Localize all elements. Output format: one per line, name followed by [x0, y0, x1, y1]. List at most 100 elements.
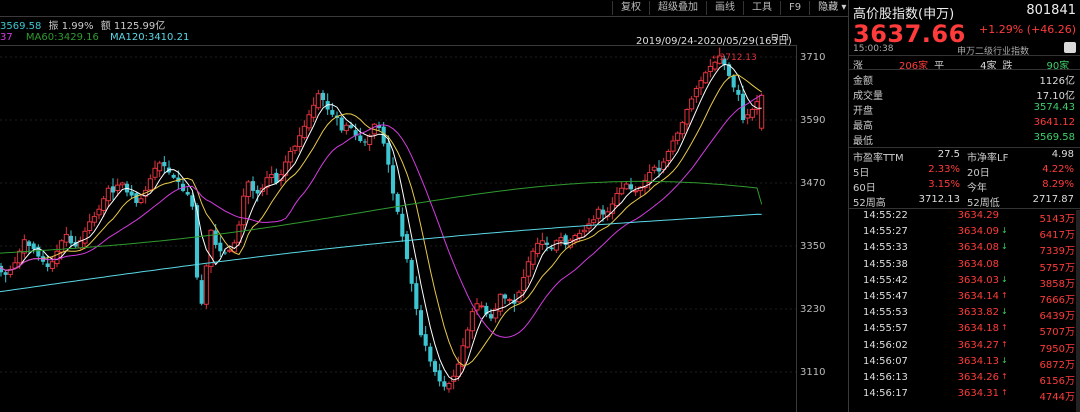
candle — [54, 244, 60, 268]
range-tools-icon[interactable]: ⊟ ⊡ — [771, 33, 789, 43]
candle — [479, 301, 485, 309]
tick-arrow-icon: ↑ — [1001, 291, 1008, 300]
candle — [465, 327, 471, 349]
flag-icon[interactable] — [1064, 42, 1076, 53]
tick-arrow-icon: ↑ — [1001, 339, 1008, 349]
divider — [849, 147, 1080, 148]
candle — [395, 192, 400, 215]
stat-value: 3641.12 — [1033, 117, 1075, 128]
ma120-line — [0, 213, 762, 293]
tick-price: 3634.31 — [957, 388, 999, 400]
toolbar-f9-button[interactable]: F9 — [780, 1, 809, 15]
candle — [595, 206, 601, 224]
stat-value: 3574.43 — [1033, 102, 1075, 113]
candle — [241, 188, 247, 230]
quote-panel: 高价股指数(申万) 801841 3637.66 +1.29% (+46.26)… — [848, 0, 1080, 412]
y-tick-label: 3710 — [800, 52, 826, 63]
candle — [530, 247, 536, 270]
y-tick-label: 3230 — [800, 304, 826, 315]
date-range[interactable]: 2019/09/24-2020/05/29(163日) — [636, 32, 792, 47]
tick-time: 14:56:13 — [863, 372, 908, 383]
price-change: +1.29% (+46.26) — [979, 23, 1076, 36]
ma120-legend: MA120:3410.21 — [110, 32, 190, 43]
candle — [469, 308, 475, 340]
stat-label: 最低 — [853, 136, 873, 147]
candle — [0, 263, 4, 277]
divider — [849, 208, 1080, 209]
candle — [525, 256, 531, 284]
tick-arrow-icon: ↓ — [1001, 355, 1008, 365]
amount-value: 1125.99亿 — [113, 21, 166, 32]
candle — [437, 363, 442, 387]
amplitude-label: 振 — [48, 21, 59, 32]
candle — [679, 120, 685, 139]
toolbar-tools-button[interactable]: 工具 — [743, 1, 780, 15]
y-tick-label: 3110 — [800, 367, 826, 378]
candle — [623, 180, 629, 190]
tick-row: 14:55:27 3634.09 ↓ 6417万 — [849, 226, 1080, 241]
stat-value: 1126亿 — [1039, 76, 1075, 87]
candle — [283, 155, 289, 182]
tick-volume: 7950万 — [1039, 343, 1075, 355]
candle — [409, 257, 414, 292]
candle — [21, 234, 27, 258]
tick-scrollbar[interactable] — [1076, 210, 1080, 412]
candle — [301, 120, 307, 140]
pb-label: 市净率LF — [967, 153, 1009, 164]
tick-time: 14:55:57 — [863, 323, 908, 335]
candle — [400, 207, 405, 242]
tick-arrow-icon: ↑ — [1001, 388, 1008, 398]
tick-row: 14:56:13 3634.26 ↑ 6156万 — [849, 372, 1080, 387]
candle — [245, 180, 251, 205]
candle — [609, 197, 615, 220]
candle — [194, 203, 200, 280]
candle — [218, 236, 223, 257]
candle — [105, 185, 111, 208]
tick-price: 3634.09 — [957, 226, 999, 238]
candle — [455, 356, 461, 381]
candle — [563, 233, 568, 249]
52w-low-value: 2717.87 — [1032, 194, 1074, 205]
y-tick-label: 3470 — [800, 178, 826, 189]
candle — [91, 211, 97, 227]
toolbar-overlay-button[interactable]: 超级叠加 — [649, 1, 706, 15]
divider — [849, 69, 1080, 70]
kline-chart[interactable]: 复权 超级叠加 画线 工具 F9 隐藏 ▾ 3569.58 振 1.99% 额 … — [0, 0, 848, 412]
candle — [362, 138, 368, 146]
toolbar-draw-button[interactable]: 画线 — [706, 1, 743, 15]
candle — [255, 185, 260, 202]
ytd-label: 今年 — [967, 183, 987, 194]
tick-price: 3634.13 — [957, 355, 999, 367]
index-code: 801841 — [1026, 3, 1076, 18]
tick-price: 3634.29 — [957, 210, 999, 221]
5d-label: 5日 — [853, 168, 870, 179]
amount-label: 额 — [100, 21, 111, 32]
candle — [157, 160, 163, 178]
tick-volume: 5757万 — [1039, 262, 1075, 274]
candle — [3, 270, 8, 283]
candle — [442, 375, 447, 391]
tick-list[interactable]: 14:55:22 3634.29 5143万 14:55:27 3634.09 ↓ 6417… — [849, 210, 1080, 412]
candle — [619, 181, 625, 196]
tick-time: 14:55:27 — [863, 226, 908, 238]
ma-legend: 37 MA60:3429.16 MA120:3410.21 — [0, 32, 189, 43]
candle — [297, 127, 303, 153]
stat-value: 3569.58 — [1033, 132, 1075, 143]
candle — [292, 144, 298, 155]
tick-time: 14:56:07 — [863, 355, 908, 367]
52w-high-value: 3712.13 — [918, 194, 960, 205]
toolbar-restore-button[interactable]: 复权 — [612, 1, 649, 15]
candle — [693, 85, 699, 104]
tick-price: 3634.03 — [957, 274, 999, 286]
candle — [87, 213, 93, 234]
peak-price-label: ←3712.13 — [712, 53, 757, 63]
candle — [320, 90, 326, 107]
candle — [670, 135, 676, 155]
pe-value: 27.5 — [937, 149, 960, 160]
tick-time: 14:55:47 — [863, 291, 908, 302]
candle — [404, 231, 410, 263]
divider — [849, 55, 1080, 56]
candle — [414, 276, 419, 316]
tick-time: 14:55:42 — [863, 274, 908, 286]
tick-price: 3634.18 — [957, 323, 999, 335]
